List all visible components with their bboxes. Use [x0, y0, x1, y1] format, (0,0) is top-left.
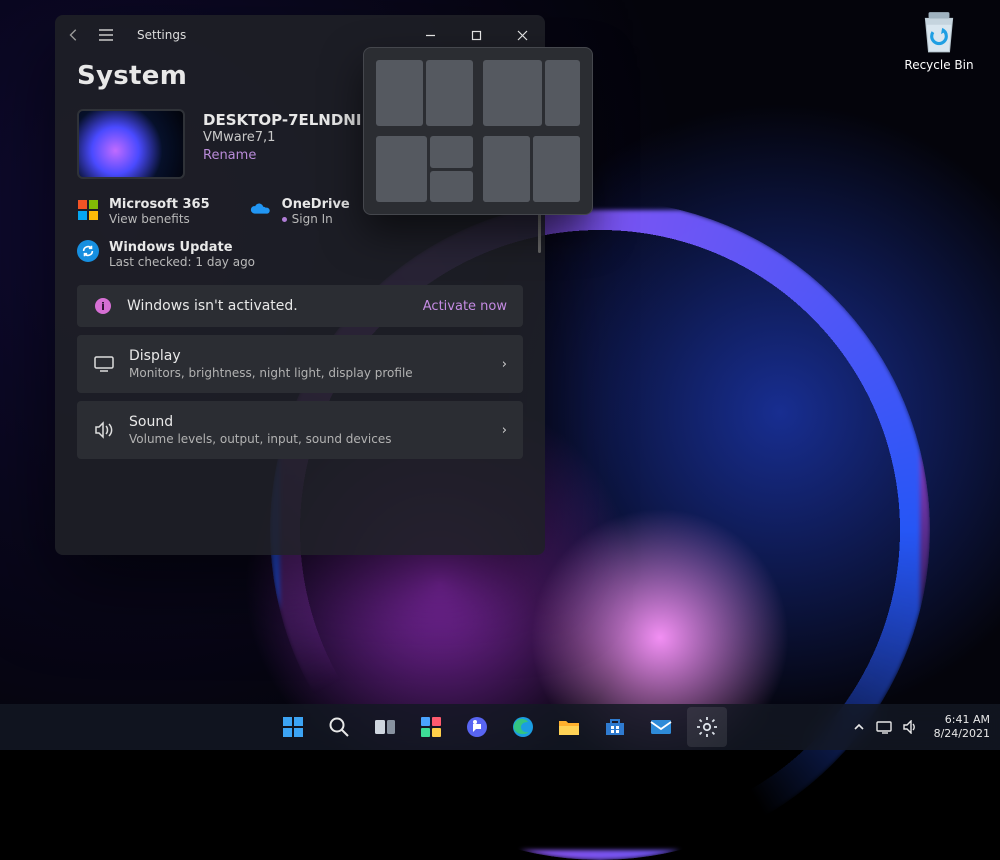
clock-date: 8/24/2021 — [934, 727, 990, 741]
taskview-button[interactable] — [365, 707, 405, 747]
onedrive-icon — [250, 199, 272, 221]
onedrive-sub: Sign In — [292, 212, 333, 226]
activate-now-link[interactable]: Activate now — [423, 299, 507, 314]
settings-item-sound[interactable]: Sound Volume levels, output, input, soun… — [77, 401, 523, 459]
edge-button[interactable] — [503, 707, 543, 747]
snap-option-two-even[interactable] — [376, 60, 473, 126]
windows-update-icon — [77, 240, 99, 262]
info-icon: i — [95, 298, 111, 314]
m365-title: Microsoft 365 — [109, 197, 210, 212]
recycle-bin-label: Recycle Bin — [900, 58, 978, 72]
snap-option-two-wide-left[interactable] — [483, 60, 580, 126]
device-platform: VMware7,1 — [203, 130, 361, 145]
widgets-button[interactable] — [411, 707, 451, 747]
recycle-bin[interactable]: Recycle Bin — [900, 8, 978, 72]
m365-sub: View benefits — [109, 212, 210, 226]
hamburger-menu-icon[interactable] — [97, 26, 115, 44]
onedrive-quicklink[interactable]: OneDrive Sign In — [250, 197, 350, 226]
update-title: Windows Update — [109, 240, 255, 255]
snap-option-three-left-big[interactable] — [376, 136, 473, 202]
device-name: DESKTOP-7ELNDNI — [203, 111, 361, 129]
taskbar: 6:41 AM 8/24/2021 — [0, 704, 1000, 750]
system-tray: 6:41 AM 8/24/2021 — [850, 713, 1000, 741]
snap-option-four-grid[interactable] — [483, 136, 580, 202]
tray-overflow-icon[interactable] — [850, 718, 868, 736]
volume-icon[interactable] — [902, 718, 920, 736]
clock-time: 6:41 AM — [934, 713, 990, 727]
activation-card[interactable]: i Windows isn't activated. Activate now — [77, 285, 523, 327]
taskbar-clock[interactable]: 6:41 AM 8/24/2021 — [934, 713, 990, 741]
chat-button[interactable] — [457, 707, 497, 747]
settings-button[interactable] — [687, 707, 727, 747]
rename-link[interactable]: Rename — [203, 148, 361, 163]
mail-button[interactable] — [641, 707, 681, 747]
search-button[interactable] — [319, 707, 359, 747]
recycle-bin-icon — [918, 8, 960, 54]
chevron-right-icon — [502, 357, 507, 372]
update-subtitle: Last checked: 1 day ago — [109, 255, 255, 269]
taskbar-center — [273, 707, 727, 747]
settings-item-display[interactable]: Display Monitors, brightness, night ligh… — [77, 335, 523, 393]
snap-layouts-flyout — [363, 47, 593, 215]
device-thumbnail — [77, 109, 185, 179]
settings-item-subtitle: Volume levels, output, input, sound devi… — [129, 432, 488, 446]
settings-item-title: Sound — [129, 414, 488, 430]
minimize-button[interactable] — [407, 20, 453, 50]
file-explorer-button[interactable] — [549, 707, 589, 747]
network-icon[interactable] — [876, 718, 894, 736]
close-button[interactable] — [499, 20, 545, 50]
maximize-button[interactable] — [453, 20, 499, 50]
activation-message: Windows isn't activated. — [127, 298, 409, 314]
microsoft-365-icon — [77, 199, 99, 221]
settings-item-subtitle: Monitors, brightness, night light, displ… — [129, 366, 488, 380]
back-button[interactable] — [65, 26, 83, 44]
window-title: Settings — [137, 28, 186, 42]
display-icon — [93, 356, 115, 372]
settings-item-title: Display — [129, 348, 488, 364]
onedrive-title: OneDrive — [282, 197, 350, 212]
attention-dot-icon — [282, 217, 287, 222]
start-button[interactable] — [273, 707, 313, 747]
windows-update-quicklink[interactable]: Windows Update Last checked: 1 day ago — [77, 240, 523, 269]
chevron-right-icon — [502, 423, 507, 438]
store-button[interactable] — [595, 707, 635, 747]
m365-quicklink[interactable]: Microsoft 365 View benefits — [77, 197, 210, 226]
sound-icon — [93, 421, 115, 439]
